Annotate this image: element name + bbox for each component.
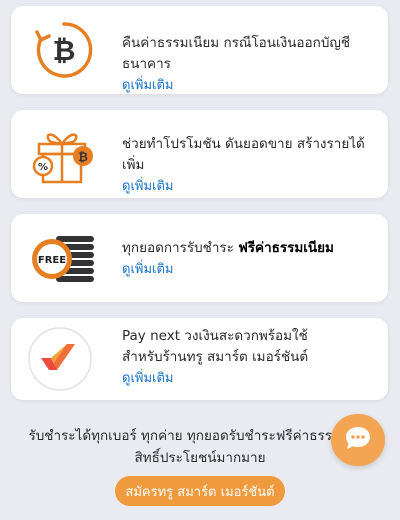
gift-box-icon: % ₿ xyxy=(29,119,99,189)
card-promotion: % ₿ ช่วยทำโปรโมชัน ดันยอดขาย สร้างรายได้… xyxy=(11,110,388,198)
card-title-bold: ฟรีค่าธรรมเนียม xyxy=(238,240,334,256)
see-more-link[interactable]: ดูเพิ่มเติม xyxy=(122,176,378,198)
card-pay-next: Pay next วงเงินสะดวกพร้อมใช้ สำหรับร้านท… xyxy=(11,318,388,400)
free-label: FREE xyxy=(38,255,66,266)
card-title: ทุกยอดการรับชำระ ฟรีค่าธรรมเนียม xyxy=(122,238,378,259)
card-title-line1: Pay next วงเงินสะดวกพร้อมใช้ xyxy=(122,328,308,344)
card-refund-fee: ₿ คืนค่าธรรมเนียม กรณีโอนเงินออกบัญชีธนา… xyxy=(11,6,388,94)
svg-text:₿: ₿ xyxy=(78,150,88,164)
see-more-link[interactable]: ดูเพิ่มเติม xyxy=(122,75,378,97)
see-more-link[interactable]: ดูเพิ่มเติม xyxy=(122,368,378,390)
card-title: ช่วยทำโปรโมชัน ดันยอดขาย สร้างรายได้เพิ่… xyxy=(122,136,365,173)
card-title: คืนค่าธรรมเนียม กรณีโอนเงินออกบัญชีธนาคา… xyxy=(122,35,351,72)
register-button[interactable]: สมัครทรู สมาร์ต เมอร์ชันต์ xyxy=(115,476,285,506)
free-coins-icon: FREE xyxy=(29,223,99,293)
bitcoin-refund-icon: ₿ xyxy=(29,15,99,85)
chat-bubble-icon xyxy=(344,425,372,455)
card-free-fee: FREE ทุกยอดการรับชำระ ฟรีค่าธรรมเนียม ดู… xyxy=(11,214,388,302)
card-title-prefix: ทุกยอดการรับชำระ xyxy=(122,240,239,256)
see-more-link[interactable]: ดูเพิ่มเติม xyxy=(122,259,378,281)
svg-text:₿: ₿ xyxy=(53,34,76,67)
svg-text:%: % xyxy=(38,162,48,173)
chat-button[interactable] xyxy=(331,414,385,466)
card-title-line2: สำหรับร้านทรู สมาร์ต เมอร์ชันต์ xyxy=(122,349,309,365)
pay-next-logo-icon xyxy=(25,324,95,394)
